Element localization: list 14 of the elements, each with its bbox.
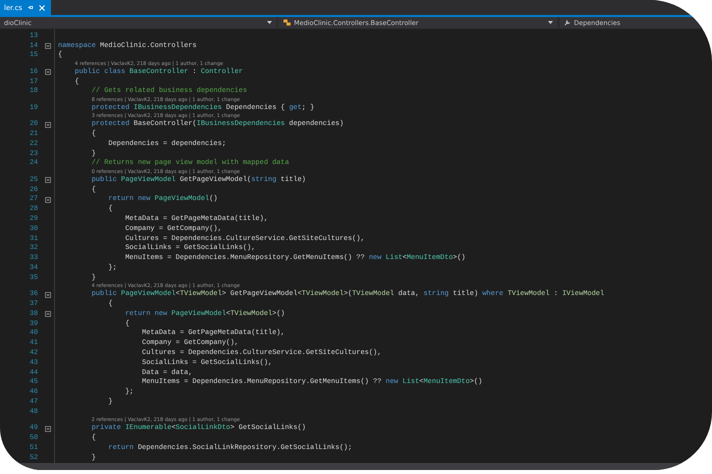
wrench-icon — [564, 19, 571, 26]
caret-icon — [548, 21, 553, 24]
collapse-icon[interactable] — [45, 177, 51, 184]
pin-icon[interactable] — [28, 5, 34, 10]
collapse-icon[interactable] — [45, 196, 51, 203]
collapse-icon[interactable] — [45, 426, 51, 432]
collapse-icon[interactable] — [45, 311, 51, 318]
collapse-icon[interactable] — [45, 43, 51, 50]
collapse-icon[interactable] — [45, 292, 51, 298]
close-icon[interactable] — [39, 4, 46, 10]
collapse-icon[interactable] — [45, 69, 51, 76]
class-icon — [283, 19, 291, 26]
caret-icon — [267, 21, 272, 24]
collapse-icon[interactable] — [45, 122, 51, 128]
